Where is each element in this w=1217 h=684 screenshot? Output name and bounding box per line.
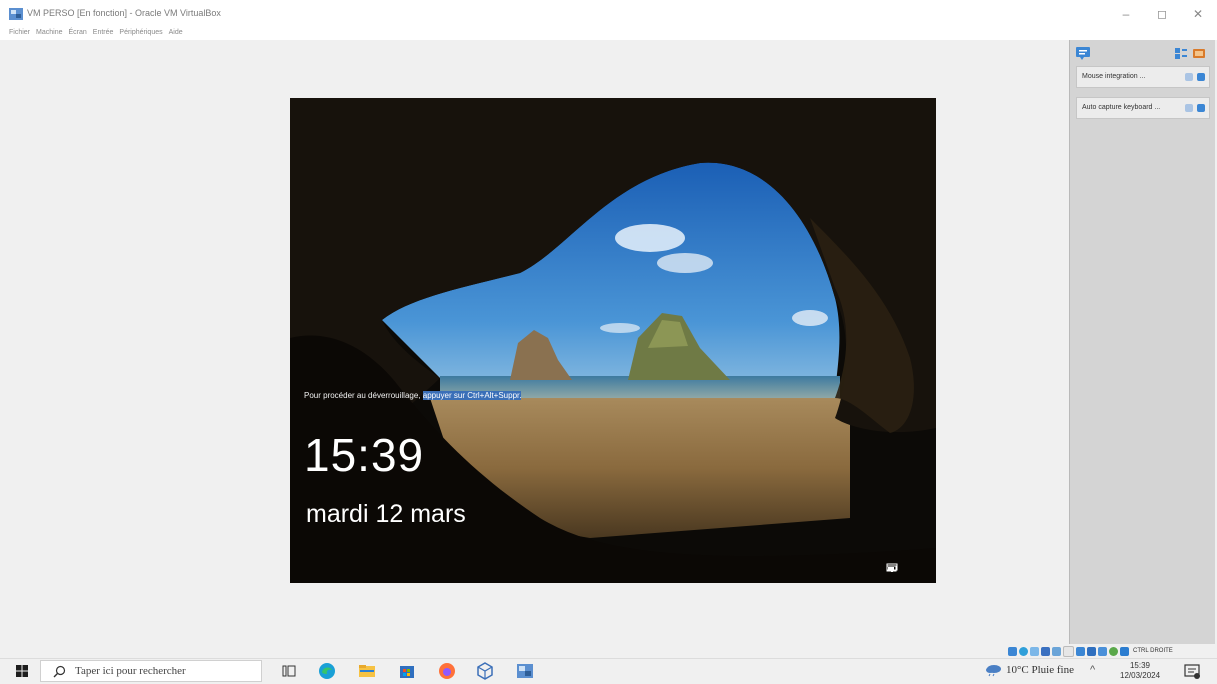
vm-display-area[interactable]: Pour procéder au déverrouillage, appuyer… xyxy=(0,40,1069,660)
firefox-icon[interactable] xyxy=(438,662,456,680)
edge-icon[interactable] xyxy=(318,662,336,680)
close-button[interactable]: ✕ xyxy=(1180,2,1216,26)
notification-label: Mouse integration ... xyxy=(1082,73,1146,80)
menu-ecran[interactable]: Écran xyxy=(68,26,86,40)
show-hidden-icons-chevron-icon[interactable]: ^ xyxy=(1090,664,1095,676)
notification-keyboard-icon xyxy=(1185,104,1193,112)
virtualbox-icon[interactable] xyxy=(516,662,534,680)
menu-peripheriques[interactable]: Périphériques xyxy=(119,26,162,40)
lock-status-icons xyxy=(886,563,922,573)
minimize-button[interactable]: – xyxy=(1108,2,1144,26)
clock-date: 12/03/2024 xyxy=(1120,671,1161,680)
menu-bar: Fichier Machine Écran Entrée Périphériqu… xyxy=(0,26,1217,40)
lock-time: 15:39 xyxy=(304,429,425,481)
taskbar: Taper ici pour rechercher 10°C Pluie fin… xyxy=(0,658,1217,682)
mouse-integration-icon[interactable] xyxy=(1109,646,1118,656)
menu-aide[interactable]: Aide xyxy=(169,26,183,40)
unlock-hint-prefix: Pour procéder au déverrouillage, xyxy=(304,391,423,400)
show-all-notifications-icon[interactable] xyxy=(1174,47,1188,60)
shared-folders-icon[interactable] xyxy=(1063,645,1074,657)
menu-machine[interactable]: Machine xyxy=(36,26,62,40)
hard-disk-icon[interactable] xyxy=(1008,646,1017,656)
rain-cloud-icon xyxy=(986,665,1001,677)
notification-close-icon[interactable] xyxy=(1197,73,1205,81)
search-icon xyxy=(53,665,66,683)
taskbar-clock[interactable]: 15:39 12/03/2024 xyxy=(1120,661,1160,681)
unlock-hint-highlight: appuyer sur Ctrl+Alt+Suppr. xyxy=(422,391,522,400)
search-placeholder: Taper ici pour rechercher xyxy=(75,665,186,677)
start-button[interactable] xyxy=(8,659,36,683)
action-center-icon[interactable] xyxy=(1184,663,1200,679)
host-key-label: CTRL DROITE xyxy=(1133,648,1173,654)
audio-icon[interactable] xyxy=(1030,646,1039,656)
notification-center-icon[interactable] xyxy=(1076,47,1090,60)
optical-drive-icon[interactable] xyxy=(1019,646,1028,656)
notification-label: Auto capture keyboard ... xyxy=(1082,104,1161,111)
host-key-icon[interactable] xyxy=(1120,646,1129,656)
lock-date: mardi 12 mars xyxy=(306,500,466,528)
weather-widget[interactable]: 10°C Pluie fine xyxy=(984,663,1074,677)
title-bar: VM PERSO [En fonction] - Oracle VM Virtu… xyxy=(0,0,1217,26)
dismiss-all-notifications-icon[interactable] xyxy=(1192,47,1206,60)
taskbar-search[interactable]: Taper ici pour rechercher xyxy=(40,660,262,682)
network-adapter-icon[interactable] xyxy=(1041,646,1050,656)
usb-icon[interactable] xyxy=(1052,646,1061,656)
maximize-button[interactable]: ◻ xyxy=(1144,2,1180,26)
virtualbox-extension-icon[interactable] xyxy=(476,662,494,680)
store-icon[interactable] xyxy=(398,662,416,680)
video-capture-icon[interactable] xyxy=(1087,646,1096,656)
file-explorer-icon[interactable] xyxy=(358,662,376,680)
task-view-icon[interactable] xyxy=(280,662,298,680)
windows-logo-icon xyxy=(16,665,28,677)
weather-text: 10°C Pluie fine xyxy=(1006,664,1074,676)
virtualbox-app-icon xyxy=(9,7,23,20)
menu-fichier[interactable]: Fichier xyxy=(9,26,30,40)
display-icon[interactable] xyxy=(1076,646,1085,656)
window-title: VM PERSO [En fonction] - Oracle VM Virtu… xyxy=(27,8,221,18)
notification-auto-capture-keyboard[interactable]: Auto capture keyboard ... xyxy=(1076,97,1210,119)
notification-mouse-icon xyxy=(1185,73,1193,81)
vm-lock-screen[interactable]: Pour procéder au déverrouillage, appuyer… xyxy=(290,98,936,583)
battery-icon[interactable] xyxy=(886,563,922,573)
notification-close-icon[interactable] xyxy=(1197,104,1205,112)
cpu-icon[interactable] xyxy=(1098,646,1107,656)
notification-mouse-integration[interactable]: Mouse integration ... xyxy=(1076,66,1210,88)
notification-center: Mouse integration ... Auto capture keybo… xyxy=(1069,40,1215,644)
menu-entree[interactable]: Entrée xyxy=(93,26,114,40)
clock-time: 15:39 xyxy=(1129,661,1151,670)
unlock-hint: Pour procéder au déverrouillage, appuyer… xyxy=(304,391,522,400)
vm-status-bar: CTRL DROITE xyxy=(1008,644,1173,658)
